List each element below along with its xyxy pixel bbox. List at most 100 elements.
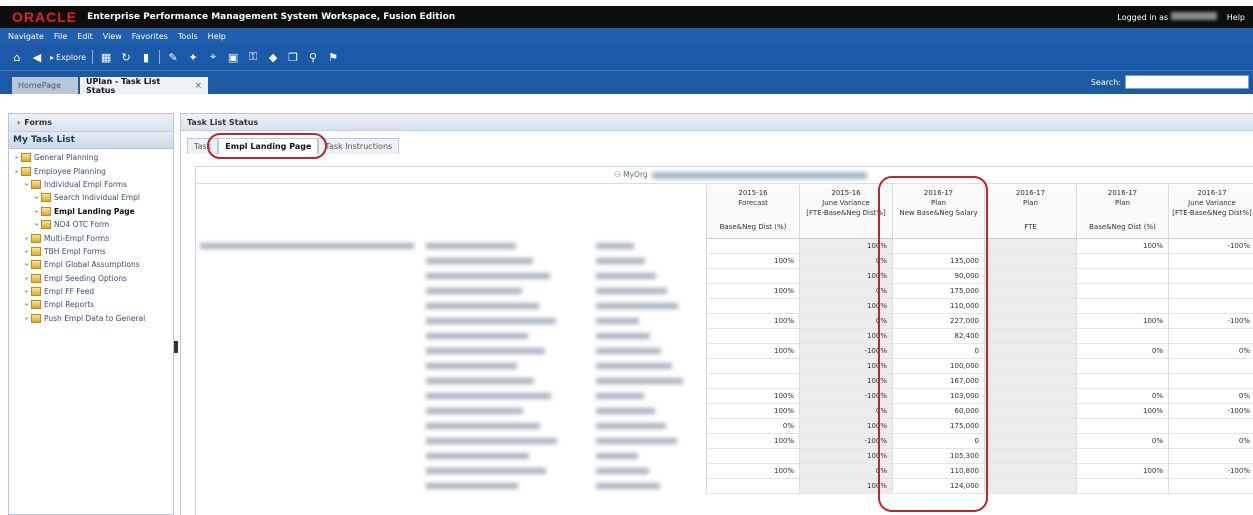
menu-view[interactable]: View xyxy=(103,32,122,41)
tree-item[interactable]: ▸ Empl Reports xyxy=(9,298,173,311)
search-input[interactable] xyxy=(1125,75,1249,89)
edit-icon[interactable]: ✎ xyxy=(166,50,180,64)
menu-file[interactable]: File xyxy=(54,32,67,41)
table-cell[interactable] xyxy=(706,359,799,374)
table-cell[interactable]: 100% xyxy=(706,254,799,269)
flag-icon[interactable]: ⚑ xyxy=(326,50,340,64)
table-cell[interactable] xyxy=(1168,419,1253,434)
table-cell[interactable] xyxy=(984,314,1076,329)
home-icon[interactable]: ⌂ xyxy=(10,50,24,64)
table-cell[interactable]: -100% xyxy=(1168,404,1253,419)
expand-icon[interactable]: ▸ xyxy=(23,235,31,242)
menu-tools[interactable]: Tools xyxy=(178,32,198,41)
tab-uplan-task-list-status[interactable]: UPlan - Task List Status × xyxy=(80,77,208,95)
expand-icon[interactable]: ▸ xyxy=(23,315,31,322)
menu-help[interactable]: Help xyxy=(208,32,226,41)
table-cell[interactable] xyxy=(1168,359,1253,374)
table-cell[interactable] xyxy=(1076,269,1168,284)
wand-icon[interactable]: ✦ xyxy=(186,50,200,64)
tab-homepage[interactable]: HomePage xyxy=(12,77,78,94)
table-cell[interactable]: 0% xyxy=(1076,434,1168,449)
chart-icon[interactable]: ▮ xyxy=(139,50,153,64)
table-cell[interactable] xyxy=(984,329,1076,344)
table-cell[interactable] xyxy=(984,269,1076,284)
table-cell[interactable] xyxy=(706,269,799,284)
tag-icon[interactable]: ◆ xyxy=(266,50,280,64)
table-cell[interactable] xyxy=(1076,419,1168,434)
table-cell[interactable]: 100% xyxy=(1076,404,1168,419)
table-cell[interactable] xyxy=(706,449,799,464)
table-cell[interactable]: 0% xyxy=(1076,389,1168,404)
menu-navigate[interactable]: Navigate xyxy=(8,32,44,41)
pov-label[interactable]: ⚇ MyOrg xyxy=(614,170,648,179)
table-cell[interactable]: 100% xyxy=(1076,464,1168,479)
table-cell[interactable] xyxy=(1168,254,1253,269)
tree-item[interactable]: ▸ Empl Global Assumptions xyxy=(9,258,173,271)
table-cell[interactable] xyxy=(1168,479,1253,494)
tree-item[interactable]: ▸ Empl FF Feed xyxy=(9,285,173,298)
tree-item[interactable]: ▸ Empl Landing Page xyxy=(9,205,173,218)
table-cell[interactable] xyxy=(984,479,1076,494)
table-cell[interactable]: 100% xyxy=(1076,314,1168,329)
table-cell[interactable] xyxy=(1076,299,1168,314)
table-cell[interactable] xyxy=(1168,269,1253,284)
table-cell[interactable] xyxy=(984,284,1076,299)
expand-icon[interactable]: ▸ xyxy=(33,194,41,201)
table-cell[interactable]: 100% xyxy=(706,404,799,419)
table-cell[interactable]: -100% xyxy=(1168,239,1253,254)
back-icon[interactable]: ◀ xyxy=(30,50,44,64)
expand-icon[interactable]: ▸ xyxy=(13,154,21,161)
pin-icon[interactable]: ⌖ xyxy=(206,50,220,64)
table-cell[interactable] xyxy=(984,374,1076,389)
close-icon[interactable]: × xyxy=(194,81,202,91)
table-cell[interactable]: 100% xyxy=(706,344,799,359)
table-cell[interactable] xyxy=(1076,329,1168,344)
table-cell[interactable] xyxy=(1168,329,1253,344)
expand-icon[interactable]: ▸ xyxy=(23,261,31,268)
tree-item[interactable]: ▸ Empl Seeding Options xyxy=(9,272,173,285)
table-cell[interactable]: 100% xyxy=(706,314,799,329)
forms-header[interactable]: › Forms xyxy=(9,114,173,132)
expand-icon[interactable]: ▸ xyxy=(23,288,31,295)
table-cell[interactable]: 0% xyxy=(1168,434,1253,449)
table-cell[interactable] xyxy=(706,329,799,344)
expand-icon[interactable]: ▸ xyxy=(13,168,21,175)
table-cell[interactable] xyxy=(1168,284,1253,299)
save-icon[interactable]: ▣ xyxy=(226,50,240,64)
menu-favorites[interactable]: Favorites xyxy=(132,32,168,41)
tree-item[interactable]: ▸ General Planning xyxy=(9,151,173,164)
table-cell[interactable] xyxy=(706,479,799,494)
subtab-task-instructions[interactable]: Task Instructions xyxy=(318,138,400,154)
table-cell[interactable] xyxy=(984,239,1076,254)
expand-icon[interactable]: ▸ xyxy=(23,275,31,282)
menu-edit[interactable]: Edit xyxy=(77,32,93,41)
table-cell[interactable]: 100% xyxy=(706,464,799,479)
table-cell[interactable] xyxy=(1076,449,1168,464)
table-cell[interactable] xyxy=(984,299,1076,314)
table-cell[interactable]: 0% xyxy=(1076,344,1168,359)
help-link[interactable]: Help xyxy=(1227,13,1245,22)
tree-item[interactable]: ▸ NO4 OTC Form xyxy=(9,218,173,231)
table-cell[interactable]: 100% xyxy=(706,434,799,449)
table-cell[interactable] xyxy=(984,434,1076,449)
tree-item[interactable]: ▸ Search Individual Empl xyxy=(9,191,173,204)
table-cell[interactable] xyxy=(984,464,1076,479)
filter-icon[interactable]: ⚲ xyxy=(306,50,320,64)
expand-icon[interactable]: ▸ xyxy=(23,181,31,188)
expand-icon[interactable]: ▸ xyxy=(23,248,31,255)
my-task-list-header[interactable]: My Task List xyxy=(9,132,173,149)
table-cell[interactable]: 0% xyxy=(1168,389,1253,404)
table-cell[interactable] xyxy=(984,359,1076,374)
table-cell[interactable] xyxy=(984,419,1076,434)
tree-item[interactable]: ▸ Push Empl Data to General xyxy=(9,312,173,325)
table-cell[interactable] xyxy=(984,404,1076,419)
tree-item[interactable]: ▸ Employee Planning xyxy=(9,164,173,177)
table-cell[interactable] xyxy=(1076,479,1168,494)
table-cell[interactable] xyxy=(1076,374,1168,389)
expand-icon[interactable]: ▸ xyxy=(23,301,31,308)
table-cell[interactable] xyxy=(1168,374,1253,389)
tree-item[interactable]: ▸ Multi-Empl Forms xyxy=(9,231,173,244)
table-cell[interactable] xyxy=(984,449,1076,464)
table-cell[interactable]: 100% xyxy=(706,389,799,404)
table-cell[interactable] xyxy=(706,239,799,254)
